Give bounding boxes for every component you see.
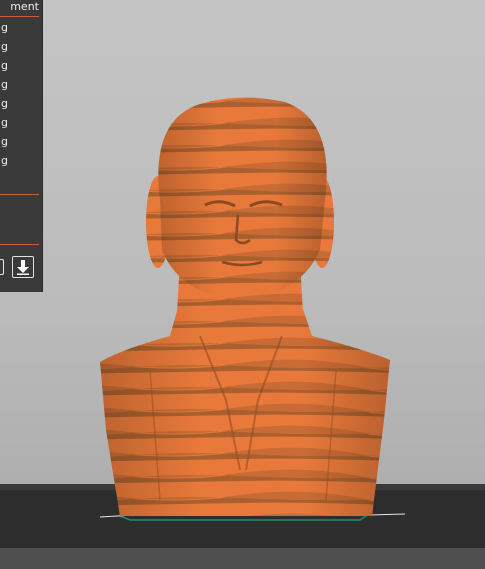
3d-viewport[interactable]: ment 4 g g 2 g g g g g g <box>0 0 485 569</box>
weight-row-3: 2 g <box>0 59 8 72</box>
panel-divider-middle <box>0 194 39 195</box>
export-arrow-icon <box>17 260 29 275</box>
panel-header: ment <box>10 0 39 13</box>
scene-canvas <box>0 97 485 569</box>
weight-row-4: g <box>1 78 8 91</box>
export-button[interactable] <box>12 256 34 278</box>
panel-divider-top <box>0 16 39 17</box>
weight-row-7: g <box>1 135 8 148</box>
panel-divider-bottom <box>0 244 39 245</box>
bust-model[interactable] <box>100 97 390 516</box>
weight-row-1: 4 g <box>0 21 8 34</box>
statistics-panel: ment 4 g g 2 g g g g g g <box>0 0 43 292</box>
cube-icon[interactable] <box>0 259 4 275</box>
weight-row-8: g <box>1 154 8 167</box>
weight-row-2: g <box>1 40 8 53</box>
weight-row-6: g <box>1 116 8 129</box>
weight-row-5: g <box>1 97 8 110</box>
